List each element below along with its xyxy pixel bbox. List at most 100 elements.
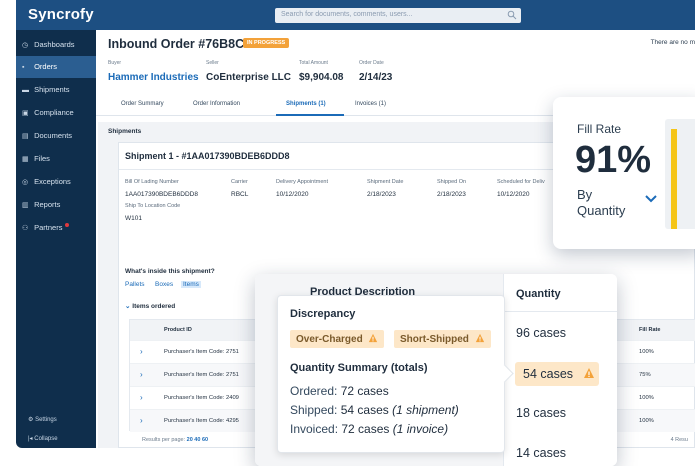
short-shipped-chip: Short-Shipped [394, 330, 491, 348]
quantity-cell-discrepancy[interactable]: 54 cases [515, 362, 599, 386]
sidebar-item-label: Exceptions [34, 177, 71, 186]
rpp-option-60[interactable]: 60 [202, 437, 208, 443]
tab-order-summary[interactable]: Order Summary [121, 101, 164, 107]
fill-rate-cell: 100% [639, 349, 654, 355]
shipped-note: (1 shipment) [392, 403, 459, 417]
chevron-right-icon[interactable]: › [140, 370, 143, 379]
invoiced-row: Invoiced: 72 cases (1 invoice) [290, 422, 448, 436]
sidebar-item-exceptions[interactable]: ◎ Exceptions [16, 171, 96, 193]
fill-rate-gauge-bar [671, 129, 677, 229]
fill-rate-cell: 100% [639, 418, 654, 424]
sidebar-item-compliance[interactable]: ▣ Compliance › [16, 102, 99, 124]
sidebar-item-documents[interactable]: ▤ Documents [16, 125, 96, 147]
info-text: There are no m [650, 39, 695, 46]
sidebar-item-label: Dashboards [34, 40, 75, 49]
shipment-date-label: Shipment Date [367, 179, 404, 185]
partners-icon: ⚇ [22, 225, 29, 232]
option-pallets[interactable]: Pallets [125, 281, 145, 288]
quantity-cell: 14 cases [516, 446, 567, 460]
buyer-link[interactable]: Hammer Industries [108, 72, 199, 83]
fill-rate-mode-select[interactable]: By Quantity [577, 187, 637, 219]
quantity-header: Quantity [516, 288, 561, 300]
tab-invoices[interactable]: Invoices (1) [355, 101, 386, 107]
chevron-down-icon[interactable] [645, 195, 657, 203]
inside-shipment-title: What's inside this shipment? [125, 268, 215, 275]
search-input[interactable]: Search for documents, comments, users... [275, 8, 521, 23]
sidebar: ◷ Dashboards ▪ Orders ▬ Shipments ▣ Comp… [16, 30, 99, 448]
appointment-label: Delivery Appointment [276, 179, 328, 185]
collapse-icon: |◂ [28, 436, 33, 442]
results-per-page: Results per page: 20 40 60 [142, 437, 208, 443]
search-icon[interactable] [507, 10, 517, 20]
items-ordered-toggle[interactable]: ⌄ Items ordered [125, 302, 175, 310]
top-bar: Syncrofy Search for documents, comments,… [16, 0, 695, 30]
invoiced-note: (1 invoice) [392, 422, 449, 436]
chevron-down-icon: ⌄ [125, 303, 131, 310]
notification-dot [64, 223, 69, 227]
rpp-option-20[interactable]: 20 [187, 437, 193, 443]
seller-value: CoEnterprise LLC [206, 72, 292, 83]
results-count: 4 Resu [670, 437, 688, 443]
settings-button[interactable]: ⚙ Settings [16, 416, 96, 423]
documents-icon: ▤ [22, 133, 29, 140]
fill-rate-card: Fill Rate 91% By Quantity [553, 97, 695, 249]
option-items[interactable]: Items [181, 281, 201, 288]
sidebar-item-label: Shipments [34, 85, 70, 94]
fill-rate-gauge [665, 119, 695, 229]
rpp-option-40[interactable]: 40 [194, 437, 200, 443]
shipped-on-label: Shipped On [437, 179, 467, 185]
carrier-value: RBCL [231, 191, 249, 198]
over-charged-chip: Over-Charged [290, 330, 385, 348]
chevron-right-icon[interactable]: › [140, 347, 143, 356]
active-tab-indicator [276, 114, 344, 116]
tab-order-information[interactable]: Order Information [193, 101, 240, 107]
sidebar-item-label: Files [34, 154, 50, 163]
sidebar-item-orders[interactable]: ▪ Orders [16, 56, 96, 78]
invoiced-label: Invoiced: [290, 422, 339, 436]
shipped-on-value: 2/18/2023 [437, 191, 466, 198]
product-id-cell: Purchaser's Item Code: 2409 [164, 395, 239, 401]
scheduled-value: 10/12/2020 [497, 191, 530, 198]
column-header-fill-rate[interactable]: Fill Rate [639, 327, 660, 333]
chip-label: Over-Charged [296, 334, 363, 345]
tab-shipments[interactable]: Shipments (1) [286, 101, 326, 107]
fill-rate-cell: 100% [639, 395, 654, 401]
sidebar-item-shipments[interactable]: ▬ Shipments [16, 79, 96, 101]
settings-label: Settings [35, 417, 57, 423]
quantity-header-cell: Quantity [504, 274, 617, 312]
collapse-button[interactable]: |◂ Collapse [16, 435, 96, 442]
shipment-date-value: 2/18/2023 [367, 191, 396, 198]
bol-label: Bill Of Lading Number [125, 179, 179, 185]
files-icon: ▦ [22, 156, 29, 163]
total-label: Total Amount [299, 60, 328, 66]
app-logo[interactable]: Syncrofy [28, 6, 94, 23]
product-id-cell: Purchaser's Item Code: 4295 [164, 418, 239, 424]
truck-icon: ▬ [22, 87, 29, 94]
location-value: W101 [125, 215, 142, 222]
ordered-label: Ordered: [290, 384, 338, 398]
discrepancy-title: Discrepancy [290, 308, 356, 320]
sidebar-item-label: Documents [34, 131, 73, 140]
seller-label: Seller [206, 60, 219, 66]
sidebar-item-reports[interactable]: ▥ Reports [16, 194, 96, 216]
items-ordered-label: Items ordered [132, 303, 176, 310]
sidebar-item-files[interactable]: ▦ Files [16, 148, 96, 170]
collapse-label: Collapse [34, 436, 58, 442]
quantity-value: 54 cases [523, 367, 574, 381]
sidebar-item-dashboards[interactable]: ◷ Dashboards [16, 34, 96, 56]
search-placeholder: Search for documents, comments, users... [281, 11, 413, 18]
column-header-product-id[interactable]: Product ID [164, 327, 192, 333]
dashboard-icon: ◷ [22, 42, 29, 49]
chevron-right-icon[interactable]: › [140, 393, 143, 402]
discrepancy-tooltip: Discrepancy Over-Charged Short-Shipped Q… [277, 295, 505, 453]
option-boxes[interactable]: Boxes [155, 281, 173, 288]
chevron-right-icon[interactable]: › [140, 416, 143, 425]
shipped-row: Shipped: 54 cases (1 shipment) [290, 403, 459, 417]
fill-rate-cell: 75% [639, 372, 651, 378]
location-label: Ship To Location Code [125, 203, 181, 209]
sidebar-item-partners[interactable]: ⚇ Partners [16, 217, 96, 239]
quantity-summary-title: Quantity Summary (totals) [290, 362, 428, 374]
fill-rate-label: Fill Rate [577, 122, 622, 136]
buyer-label: Buyer [108, 60, 122, 66]
results-per-page-label: Results per page: [142, 437, 186, 443]
